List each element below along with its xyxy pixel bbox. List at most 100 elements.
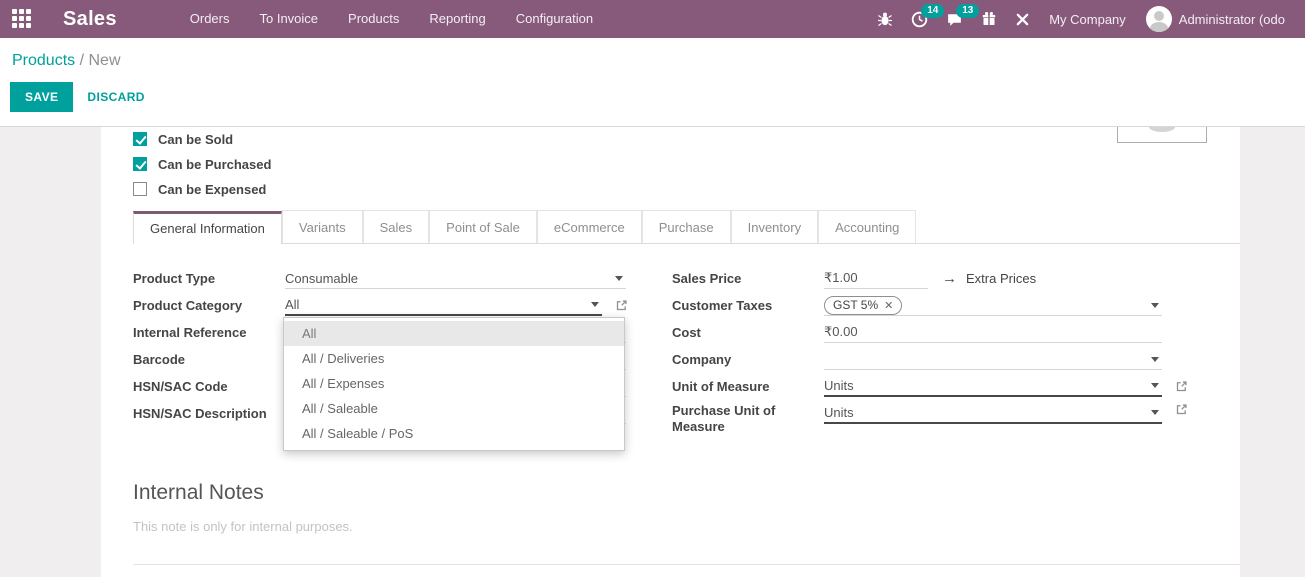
menu-configuration[interactable]: Configuration: [501, 0, 608, 38]
page-background: Can be Sold Can be Purchased Can be Expe…: [0, 127, 1305, 577]
flag-can-be-purchased: Can be Purchased: [133, 152, 271, 176]
top-navbar: Sales Orders To Invoice Products Reporti…: [0, 0, 1305, 38]
breadcrumb-products-link[interactable]: Products: [12, 52, 75, 69]
tab-purchase[interactable]: Purchase: [642, 210, 731, 243]
tools-button[interactable]: [1006, 0, 1039, 38]
field-customer-taxes: Customer Taxes GST 5% ✕: [672, 292, 1188, 319]
wrench-screwdriver-icon: [1015, 12, 1030, 27]
dropdown-option-all-expenses[interactable]: All / Expenses: [284, 371, 624, 396]
caret-down-icon: [1151, 383, 1159, 388]
tab-inventory[interactable]: Inventory: [731, 210, 818, 243]
company-menu[interactable]: My Company: [1039, 0, 1136, 38]
can-be-sold-label: Can be Sold: [158, 132, 233, 147]
messages-button[interactable]: 13: [937, 0, 972, 38]
caret-down-icon: [615, 276, 623, 281]
sales-price-label: Sales Price: [672, 271, 824, 287]
form-sheet: Can be Sold Can be Purchased Can be Expe…: [101, 127, 1240, 577]
internal-notes-section: Internal Notes This note is only for int…: [133, 481, 353, 534]
purchase-uom-internal-link-icon[interactable]: [1175, 403, 1188, 416]
sales-price-input[interactable]: ₹1.00: [824, 268, 928, 289]
company-name: My Company: [1049, 12, 1126, 27]
breadcrumb-current: New: [89, 52, 121, 69]
flag-can-be-sold: Can be Sold: [133, 127, 271, 151]
product-category-internal-link-icon[interactable]: [615, 299, 628, 312]
extra-prices-label: Extra Prices: [966, 271, 1036, 286]
tab-general-information[interactable]: General Information: [133, 211, 282, 244]
purchase-uom-label: Purchase Unit of Measure: [672, 403, 824, 435]
tab-accounting[interactable]: Accounting: [818, 210, 916, 243]
company-input[interactable]: [824, 349, 1162, 370]
field-cost: Cost ₹0.00: [672, 319, 1188, 346]
breadcrumb-separator: /: [80, 52, 84, 69]
caret-down-icon: [1151, 357, 1159, 362]
uom-label: Unit of Measure: [672, 379, 824, 395]
app-name[interactable]: Sales: [63, 8, 117, 31]
can-be-expensed-checkbox[interactable]: [133, 182, 147, 196]
avatar: [1146, 6, 1172, 32]
menu-to-invoice[interactable]: To Invoice: [245, 0, 334, 38]
activities-button[interactable]: 14: [902, 0, 937, 38]
gift-icon: [981, 11, 997, 27]
field-unit-of-measure: Unit of Measure Units: [672, 373, 1188, 400]
control-panel: Products / New SAVE DISCARD: [0, 38, 1305, 127]
field-sales-price: Sales Price ₹1.00 → Extra Prices: [672, 265, 1188, 292]
field-purchase-uom: Purchase Unit of Measure Units: [672, 400, 1188, 435]
can-be-expensed-label: Can be Expensed: [158, 182, 266, 197]
cost-value: ₹0.00: [824, 324, 858, 340]
menu-products[interactable]: Products: [333, 0, 414, 38]
tax-tag: GST 5% ✕: [824, 296, 902, 315]
barcode-label: Barcode: [133, 352, 285, 368]
can-be-purchased-checkbox[interactable]: [133, 157, 147, 171]
dropdown-option-all-saleable-pos[interactable]: All / Saleable / PoS: [284, 421, 624, 446]
tab-ecommerce[interactable]: eCommerce: [537, 210, 642, 243]
uom-value: Units: [824, 378, 854, 393]
hsn-sac-code-label: HSN/SAC Code: [133, 379, 285, 395]
arrow-right-icon: →: [942, 270, 957, 287]
product-type-value: Consumable: [285, 271, 358, 286]
menu-reporting[interactable]: Reporting: [414, 0, 500, 38]
product-image-upload[interactable]: [1117, 127, 1207, 143]
cost-input[interactable]: ₹0.00: [824, 322, 1162, 343]
tab-point-of-sale[interactable]: Point of Sale: [429, 210, 537, 243]
sales-price-value: ₹1.00: [824, 270, 858, 286]
tag-remove-icon[interactable]: ✕: [884, 299, 893, 312]
camera-icon: [1149, 127, 1175, 132]
company-label: Company: [672, 352, 824, 368]
product-flags: Can be Sold Can be Purchased Can be Expe…: [133, 127, 271, 202]
can-be-sold-checkbox[interactable]: [133, 132, 147, 146]
gift-button[interactable]: [972, 0, 1006, 38]
internal-notes-title: Internal Notes: [133, 481, 353, 505]
internal-reference-label: Internal Reference: [133, 325, 285, 341]
dropdown-option-all[interactable]: All: [284, 321, 624, 346]
discard-button[interactable]: DISCARD: [73, 82, 158, 112]
tab-variants[interactable]: Variants: [282, 210, 363, 243]
internal-notes-input[interactable]: This note is only for internal purposes.: [133, 519, 353, 534]
dropdown-option-all-saleable[interactable]: All / Saleable: [284, 396, 624, 421]
dropdown-option-all-deliveries[interactable]: All / Deliveries: [284, 346, 624, 371]
menu-orders[interactable]: Orders: [175, 0, 245, 38]
field-product-category: Product Category All: [133, 292, 628, 319]
extra-prices-button[interactable]: → Extra Prices: [942, 270, 1036, 287]
product-type-input[interactable]: Consumable: [285, 268, 626, 289]
product-category-label: Product Category: [133, 298, 285, 314]
save-button[interactable]: SAVE: [10, 82, 73, 112]
breadcrumb: Products / New: [12, 52, 1305, 70]
uom-input[interactable]: Units: [824, 376, 1162, 397]
notes-divider: [133, 564, 1240, 565]
purchase-uom-value: Units: [824, 405, 854, 420]
bug-icon: [877, 11, 893, 27]
hsn-sac-description-label: HSN/SAC Description: [133, 406, 285, 422]
product-type-label: Product Type: [133, 271, 285, 287]
caret-down-icon: [1151, 303, 1159, 308]
caret-down-icon: [1151, 410, 1159, 415]
apps-grid-icon[interactable]: [12, 9, 33, 30]
product-category-input[interactable]: All: [285, 295, 602, 316]
tab-sales[interactable]: Sales: [363, 210, 430, 243]
product-category-dropdown: All All / Deliveries All / Expenses All …: [283, 317, 625, 451]
customer-taxes-input[interactable]: GST 5% ✕: [824, 295, 1162, 316]
debug-bug-icon[interactable]: [868, 0, 902, 38]
user-menu[interactable]: Administrator (odo: [1136, 0, 1295, 38]
cost-label: Cost: [672, 325, 824, 341]
purchase-uom-input[interactable]: Units: [824, 403, 1162, 424]
uom-internal-link-icon[interactable]: [1175, 380, 1188, 393]
